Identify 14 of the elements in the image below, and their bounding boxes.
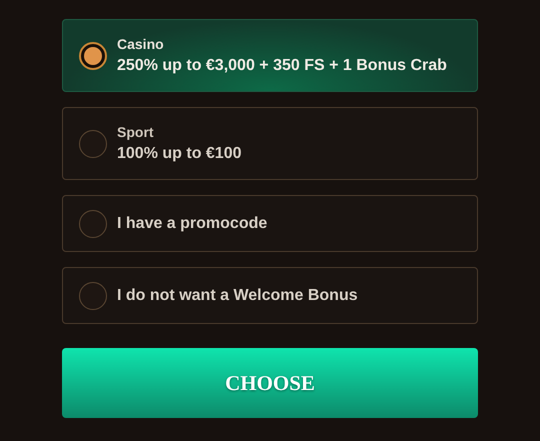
option-label: I have a promocode [117, 214, 268, 232]
radio-button[interactable] [79, 42, 107, 70]
radio-button[interactable] [79, 282, 107, 310]
bonus-option[interactable]: I have a promocode [62, 195, 478, 252]
bonus-option[interactable]: I do not want a Welcome Bonus [62, 267, 478, 324]
radio-button[interactable] [79, 210, 107, 238]
option-label: I do not want a Welcome Bonus [117, 286, 358, 304]
radio-button[interactable] [79, 130, 107, 158]
option-label: 250% up to €3,000 + 350 FS + 1 Bonus Crab [117, 57, 447, 75]
option-category: Sport [117, 124, 155, 140]
bonus-option[interactable]: Casino 250% up to €3,000 + 350 FS + 1 Bonus Crab [62, 19, 478, 92]
option-category: Casino [117, 36, 165, 52]
option-label: 100% up to €100 [117, 145, 242, 163]
bonus-option[interactable]: Sport 100% up to €100 [62, 107, 478, 180]
